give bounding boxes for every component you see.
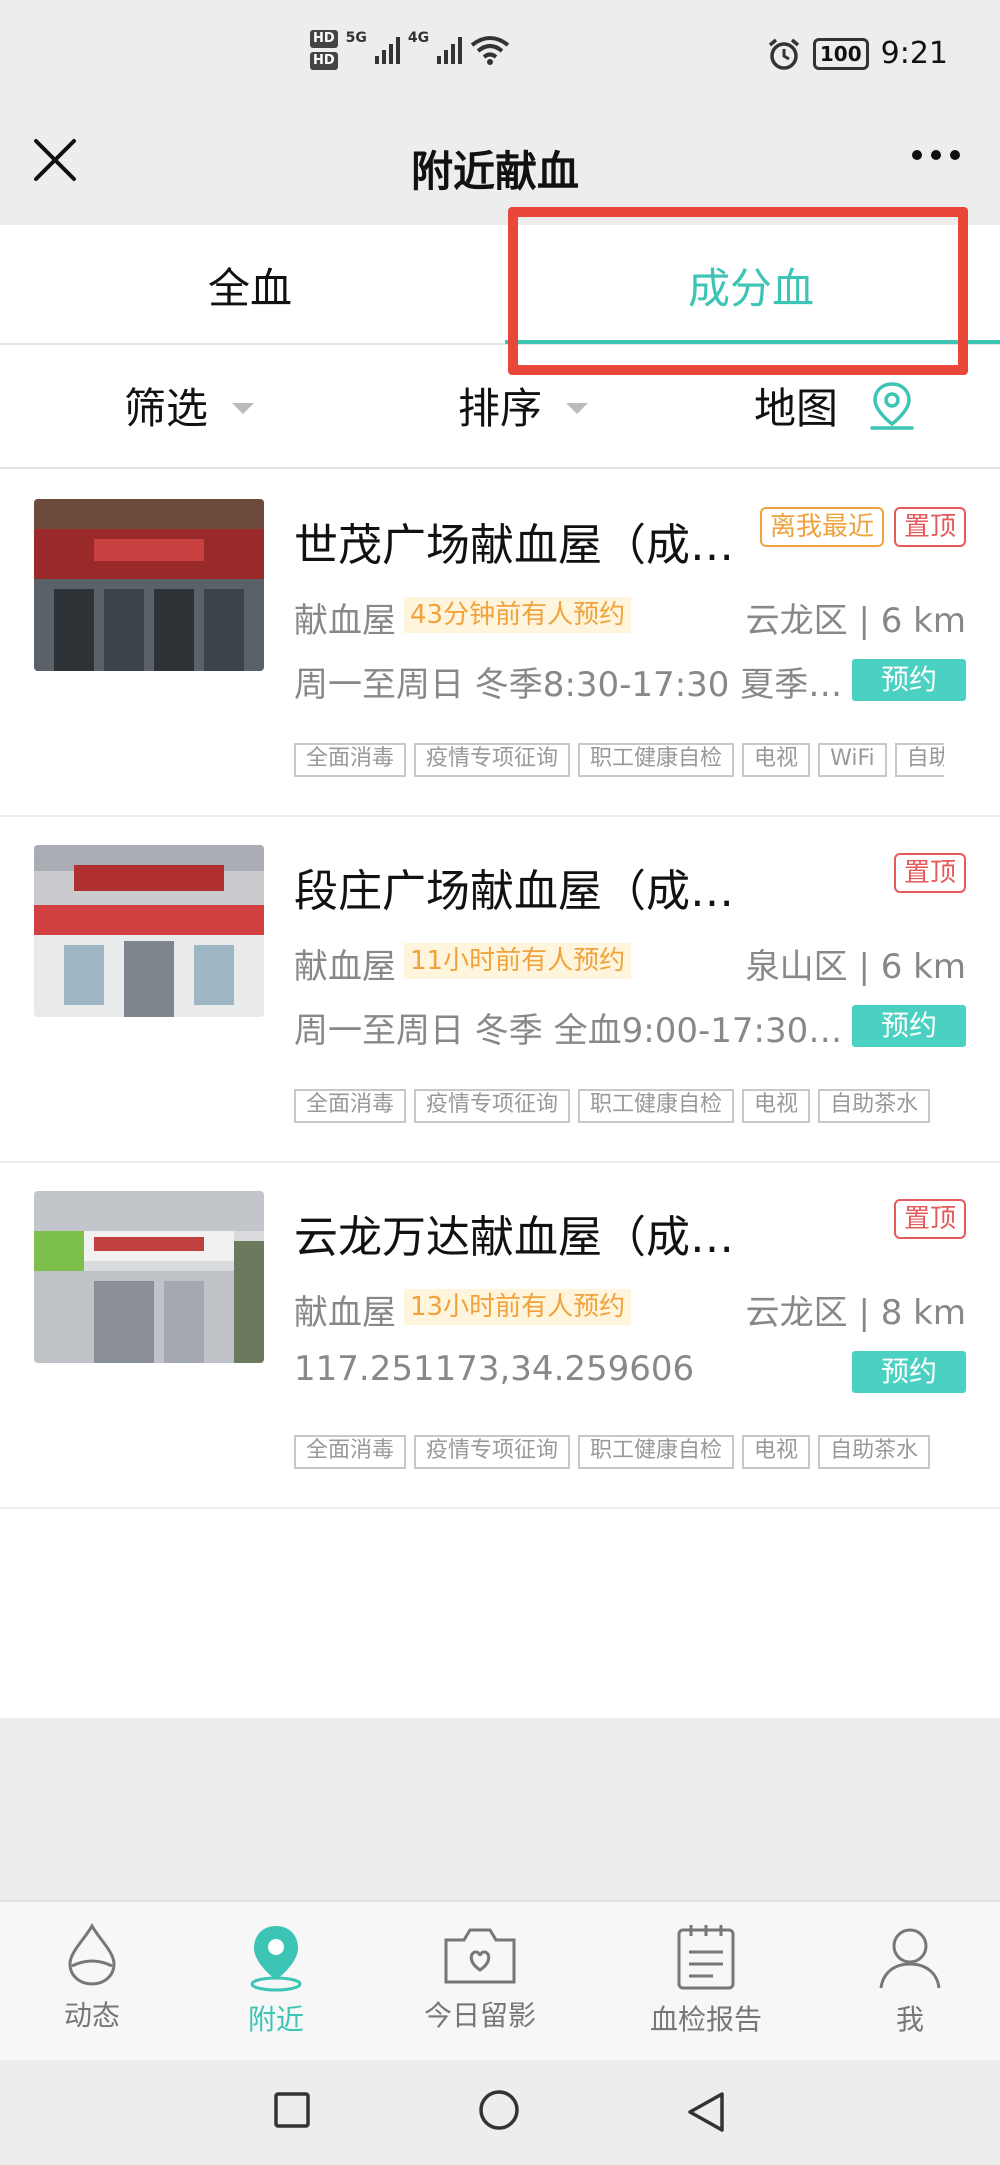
book-button[interactable]: 预约: [852, 1005, 966, 1047]
book-button[interactable]: 预约: [852, 1351, 966, 1393]
drop-icon: [68, 1922, 116, 1986]
facility-tags: 全面消毒 疫情专项征询 职工健康自检 电视 WiFi 自助茶水: [294, 743, 944, 777]
opening-hours: 周一至周日 冬季8:30-17:30 夏季8:30-18:00: [294, 665, 852, 705]
tab-activity[interactable]: 动态: [2, 1922, 182, 2034]
station-name: 段庄广场献血屋（成分血）: [294, 866, 740, 917]
facility-tag: 电视: [742, 1089, 811, 1123]
network-label: 4G: [407, 30, 430, 46]
recent-booking-note: 43分钟前有人预约: [404, 597, 632, 633]
recent-booking-note: 13小时前有人预约: [404, 1289, 632, 1325]
station-type: 献血屋: [294, 1293, 396, 1333]
station-card[interactable]: 世茂广场献血屋（成分血） 离我最近 置顶 献血屋 43分钟前有人预约 云龙区 |…: [0, 471, 1000, 817]
facility-tag: 疫情专项征询: [414, 1089, 571, 1123]
station-card[interactable]: 云龙万达献血屋（成分血） 置顶 献血屋 13小时前有人预约 云龙区 | 8 km…: [0, 1163, 1000, 1509]
tab-whole-blood[interactable]: 全血: [208, 255, 292, 316]
facility-tag: 全面消毒: [294, 1089, 407, 1123]
tab-label: 动态: [63, 1999, 120, 2032]
more-options-icon[interactable]: [912, 150, 960, 160]
signal-indicators: HD HD 5G 4G: [310, 30, 510, 70]
battery-indicator: 100: [812, 37, 869, 70]
tab-me[interactable]: 我: [820, 1922, 1000, 2038]
blood-type-tabs: 全血 成分血: [0, 207, 1000, 375]
facility-tag: 全面消毒: [294, 1435, 407, 1469]
main-panel: 全血 成分血 筛选 排序 地图 世茂广场献血屋（成分 离我最近 置顶 献血屋 4…: [0, 207, 1000, 1718]
station-type: 献血屋: [294, 601, 396, 641]
tab-today-photo[interactable]: 今日留影: [390, 1922, 570, 2034]
home-circle-icon[interactable]: [476, 2090, 522, 2136]
caret-down-icon: [232, 403, 255, 414]
station-photo: [34, 1191, 264, 1363]
bottom-tab-bar: 动态 附近 今日留影 血检报告 我: [0, 1900, 1000, 2060]
facility-tag: 疫情专项征询: [414, 1435, 571, 1469]
recent-booking-note: 11小时前有人预约: [404, 943, 632, 979]
facility-tag: 自助茶水: [894, 743, 944, 777]
signal-bars-icon: [374, 36, 400, 64]
sort-dropdown[interactable]: 排序: [458, 375, 589, 436]
sort-label: 排序: [458, 384, 543, 433]
report-icon: [677, 1925, 735, 1990]
facility-tag: 自助茶水: [818, 1089, 931, 1123]
station-type: 献血屋: [294, 947, 396, 987]
facility-tag: 疫情专项征询: [414, 743, 571, 777]
hd-badge: HD: [310, 30, 338, 48]
tab-nearby[interactable]: 附近: [186, 1922, 366, 2038]
station-list: 世茂广场献血屋（成分血） 离我最近 置顶 献血屋 43分钟前有人预约 云龙区 |…: [0, 471, 1000, 1509]
station-card[interactable]: 段庄广场献血屋（成分血） 置顶 献血屋 11小时前有人预约 泉山区 | 6 km…: [0, 817, 1000, 1163]
map-pin-icon: [870, 381, 914, 430]
network-label: 5G: [345, 30, 367, 46]
facility-tags: 全面消毒 疫情专项征询 职工健康自检 电视 自助茶水: [294, 1435, 944, 1469]
district-distance: 云龙区 | 6 km: [745, 601, 966, 641]
back-triangle-icon[interactable]: [684, 2090, 728, 2134]
map-label: 地图: [754, 384, 839, 433]
station-name: 云龙万达献血屋（成分血）: [294, 1212, 740, 1263]
pinned-badge: 置顶: [893, 507, 966, 547]
person-icon: [879, 1928, 941, 1989]
tab-label: 附近: [247, 2003, 304, 2036]
station-photo: [34, 845, 264, 1017]
station-name: 世茂广场献血屋（成分血）: [294, 520, 740, 571]
opening-hours: 117.251173,34.259606: [294, 1349, 695, 1389]
facility-tag: 职工健康自检: [578, 743, 735, 777]
pinned-badge: 置顶: [893, 1199, 966, 1239]
opening-hours: 周一至周日 冬季 全血9:00-17:30 血小板: [294, 1011, 852, 1051]
hd-badge: HD: [310, 52, 338, 70]
district-distance: 云龙区 | 8 km: [745, 1293, 966, 1333]
clock: 9:21: [880, 36, 948, 71]
alarm-icon: [768, 38, 799, 70]
caret-down-icon: [566, 403, 589, 414]
tab-label: 今日留影: [423, 1999, 536, 2032]
tab-label: 血检报告: [649, 2003, 762, 2036]
camera-heart-icon: [444, 1928, 516, 1984]
facility-tag: 职工健康自检: [578, 1435, 735, 1469]
page-title: 附近献血: [410, 147, 579, 196]
signal-bars-icon: [437, 36, 463, 64]
district-distance: 泉山区 | 6 km: [745, 947, 966, 987]
filter-bar: 筛选 排序 地图: [0, 347, 1000, 469]
pinned-badge: 置顶: [893, 853, 966, 893]
facility-tag: 电视: [742, 1435, 811, 1469]
facility-tag: 职工健康自检: [578, 1089, 735, 1123]
filter-dropdown[interactable]: 筛选: [124, 375, 255, 436]
status-bar: HD HD 5G 4G 100 9:21: [0, 0, 1000, 110]
nearest-badge: 离我最近: [759, 507, 884, 547]
facility-tag: 自助茶水: [818, 1435, 931, 1469]
book-button[interactable]: 预约: [852, 659, 966, 701]
facility-tags: 全面消毒 疫情专项征询 职工健康自检 电视 自助茶水: [294, 1089, 944, 1123]
facility-tag: 电视: [742, 743, 811, 777]
recents-square-icon[interactable]: [272, 2090, 312, 2130]
location-pin-icon: [250, 1926, 302, 1992]
map-button[interactable]: 地图: [754, 375, 918, 436]
filter-label: 筛选: [124, 384, 209, 433]
tab-label: 我: [895, 2003, 924, 2036]
facility-tag: WiFi: [818, 743, 887, 777]
station-photo: [34, 499, 264, 671]
tab-blood-report[interactable]: 血检报告: [616, 1922, 796, 2038]
wifi-icon: [470, 36, 510, 65]
facility-tag: 全面消毒: [294, 743, 407, 777]
system-navigation-bar: [0, 2060, 1000, 2165]
